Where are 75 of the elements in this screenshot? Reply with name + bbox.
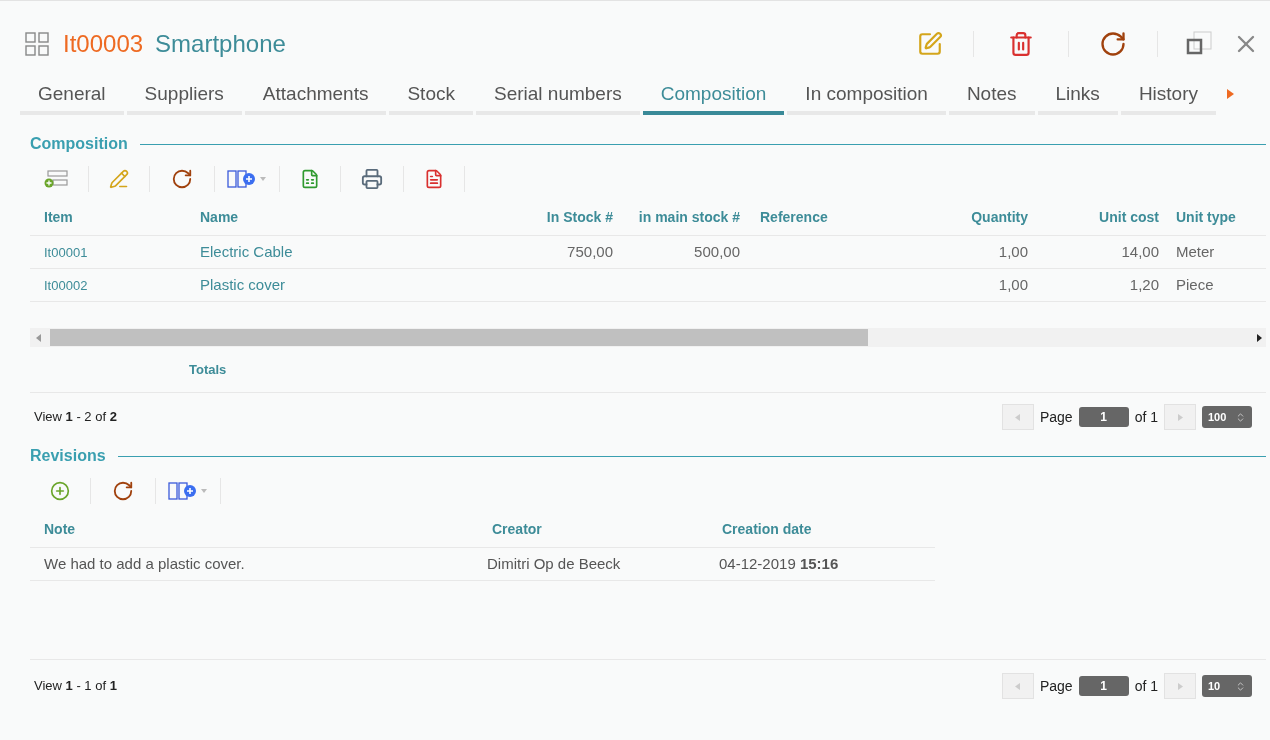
delete-icon[interactable] [1008,31,1034,57]
page-label: Page [1039,676,1073,696]
column-header[interactable]: Item [44,209,73,225]
horizontal-scrollbar[interactable] [30,328,1266,347]
totals-label: Totals [189,360,227,379]
columns-add-icon[interactable] [227,170,267,188]
tab[interactable]: Suppliers [126,77,242,115]
table-cell: 750,00 [567,243,613,260]
pdf-icon[interactable] [424,169,444,189]
table-cell: 1,00 [998,243,1028,260]
table-cell: We had to add a plastic cover. [44,555,245,572]
column-header[interactable]: Creator [492,521,542,537]
grid-icon [25,32,49,56]
refresh-icon[interactable] [112,480,134,502]
section-heading: Revisions [30,446,106,466]
item-code: It00003 [63,29,144,59]
page-total: of 1 [1134,676,1158,696]
page-input[interactable]: 1 [1078,676,1129,696]
table-cell: Piece [1176,276,1214,293]
table-cell: 1,00 [998,276,1028,293]
add-icon[interactable] [50,481,70,501]
page-size-select[interactable]: 100 [1202,406,1252,428]
column-header[interactable]: Name [200,209,239,225]
record-count: View 1 - 1 of 1 [34,677,117,696]
right-arrow-icon[interactable] [1227,89,1235,99]
tab[interactable]: Stock [389,77,473,115]
refresh-icon[interactable] [1099,30,1127,58]
item-link[interactable]: Electric Cable [200,243,293,260]
right-triangle-icon [1177,413,1183,421]
spreadsheet-icon[interactable] [300,169,320,189]
left-triangle-icon [1015,413,1021,421]
record-count: View 1 - 2 of 2 [34,408,117,427]
column-header[interactable]: Reference [760,209,828,225]
column-header[interactable]: Note [44,521,76,537]
table-cell: 04-12-2019 15:16 [719,555,839,572]
page-total: of 1 [1134,407,1158,427]
item-title: Smartphone [155,29,286,59]
refresh-icon[interactable] [171,168,193,190]
columns-add-icon[interactable] [168,482,208,500]
table-cell: Dimitri Op de Beeck [487,555,621,572]
page-size-select[interactable]: 10 [1202,675,1252,697]
tab[interactable]: In composition [787,77,946,115]
table-cell: 1,20 [1129,276,1159,293]
column-header[interactable]: Creation date [722,521,812,537]
left-triangle-icon [1015,682,1021,690]
tab[interactable]: Notes [948,77,1035,115]
column-header[interactable]: in main stock # [638,209,740,225]
tab[interactable]: Attachments [244,77,387,115]
up-down-icon [1235,411,1246,423]
tab[interactable]: Serial numbers [475,77,640,115]
add-row-icon[interactable] [44,169,68,189]
tab[interactable]: General [20,77,124,115]
tab[interactable]: Links [1037,77,1118,115]
right-triangle-icon [1177,682,1183,690]
edit-pencil-icon[interactable] [109,169,129,189]
page-label: Page [1039,407,1073,427]
column-header[interactable]: Quantity [971,209,1028,225]
scrollbar-thumb[interactable] [50,329,868,346]
tab[interactable]: History [1120,77,1216,115]
table-cell: Meter [1176,243,1215,260]
tab[interactable]: Composition [642,77,785,115]
column-header[interactable]: In Stock # [546,209,613,225]
item-link[interactable]: It00002 [44,278,88,293]
edit-icon[interactable] [917,31,943,57]
column-header[interactable]: Unit cost [1099,209,1159,225]
page-input[interactable]: 1 [1078,407,1129,427]
up-down-icon [1235,680,1246,692]
section-heading: Composition [30,134,128,154]
column-header[interactable]: Unit type [1176,209,1236,225]
restore-window-icon[interactable] [1186,31,1212,57]
table-cell: 14,00 [1121,243,1159,260]
item-link[interactable]: It00001 [44,245,88,260]
table-cell: 500,00 [694,243,740,260]
print-icon[interactable] [361,168,383,190]
item-link[interactable]: Plastic cover [200,276,286,293]
